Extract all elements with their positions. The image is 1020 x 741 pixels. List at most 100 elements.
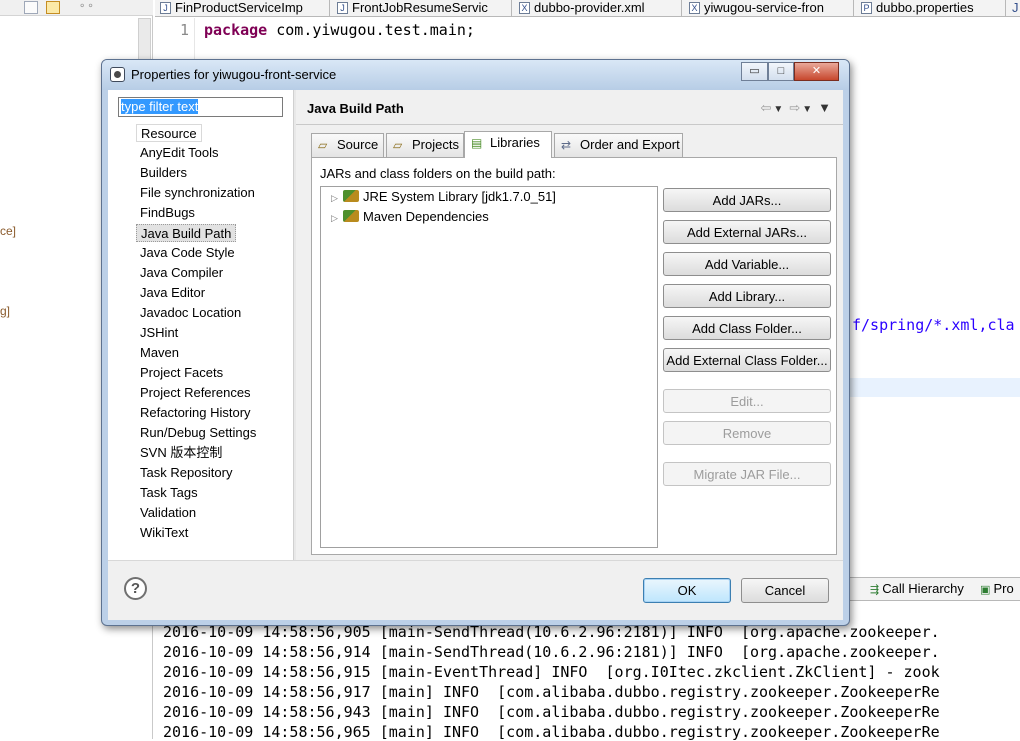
panel-label: JARs and class folders on the build path… (320, 166, 556, 181)
separator (108, 560, 843, 561)
nav-item[interactable]: SVN 版本控制 (136, 444, 226, 462)
expand-icon[interactable]: ▷ (331, 189, 343, 207)
package-explorer-toolbar: ⚬⚬ (0, 0, 153, 16)
projects-icon: ▱ (393, 138, 403, 152)
link-with-editor-icon[interactable] (46, 1, 60, 14)
dialog-titlebar[interactable]: Properties for yiwugou-front-service ▭ □… (102, 60, 849, 90)
java-file-icon: J (160, 2, 171, 14)
separator (296, 124, 843, 125)
nav-item[interactable]: Project References (136, 384, 255, 402)
migrate-jar-button[interactable]: Migrate JAR File... (663, 462, 831, 486)
libraries-panel: JARs and class folders on the build path… (311, 157, 837, 555)
nav-item[interactable]: Maven (136, 344, 183, 362)
filter-input[interactable]: type filter text (118, 97, 283, 117)
code-keyword: package (204, 21, 268, 39)
add-external-class-folder-button[interactable]: Add External Class Folder... (663, 348, 831, 372)
code-fragment: f/spring/*.xml,cla (852, 316, 1015, 334)
ok-button[interactable]: OK (643, 578, 731, 603)
page-title: Java Build Path (307, 101, 404, 116)
chevron-down-icon[interactable]: ▼ (773, 104, 783, 115)
console-line: 2016-10-09 14:58:56,917 [main] INFO [com… (163, 683, 940, 701)
code-line[interactable]: package com.yiwugou.test.main; (204, 21, 475, 39)
tab-projects[interactable]: ▱ Projects (386, 133, 464, 157)
editor-tab[interactable]: Xyiwugou-service-fron (684, 0, 854, 17)
collapse-all-icon[interactable] (24, 1, 38, 14)
tab-libraries[interactable]: ▤ Libraries (464, 131, 552, 158)
code-text: com.yiwugou.test.main; (267, 21, 475, 39)
line-number: 1 (180, 21, 190, 39)
nav-item[interactable]: Java Compiler (136, 264, 227, 282)
xml-file-icon: X (689, 2, 700, 14)
editor-tab[interactable]: Pdubbo.properties (856, 0, 1006, 17)
console-line: 2016-10-09 14:58:56,915 [main-EventThrea… (163, 663, 940, 681)
nav-item[interactable]: Validation (136, 504, 200, 522)
add-variable-button[interactable]: Add Variable... (663, 252, 831, 276)
nav-item[interactable]: Javadoc Location (136, 304, 245, 322)
chevron-down-icon[interactable]: ▼ (802, 104, 812, 115)
add-external-jars-button[interactable]: Add External JARs... (663, 220, 831, 244)
folder-icon: ▱ (318, 138, 328, 152)
edit-button[interactable]: Edit... (663, 389, 831, 413)
minimize-button[interactable]: ▭ (741, 62, 768, 81)
call-hierarchy-icon: ⇶ (870, 584, 883, 596)
tree-item-jre[interactable]: ▷ JRE System Library [jdk1.7.0_51] (331, 188, 556, 206)
add-class-folder-button[interactable]: Add Class Folder... (663, 316, 831, 340)
view-menu-icon[interactable]: ⚬⚬ (78, 1, 95, 14)
explorer-text-fragment: ce] (0, 224, 17, 238)
add-library-button[interactable]: Add Library... (663, 284, 831, 308)
expand-icon[interactable]: ▷ (331, 209, 343, 227)
console-line: 2016-10-09 14:58:56,965 [main] INFO [com… (163, 723, 940, 741)
nav-item[interactable]: AnyEdit Tools (136, 144, 223, 162)
nav-item[interactable]: Project Facets (136, 364, 227, 382)
console-line: 2016-10-09 14:58:56,914 [main-SendThread… (163, 643, 940, 661)
view-menu-icon[interactable]: ▼ (818, 100, 831, 115)
close-button[interactable]: ✕ (794, 62, 839, 81)
nav-item[interactable]: JSHint (136, 324, 182, 342)
remove-button[interactable]: Remove (663, 421, 831, 445)
current-line-highlight (850, 378, 1020, 397)
forward-arrow-icon[interactable]: ⇨ (789, 100, 800, 115)
nav-item[interactable]: Refactoring History (136, 404, 255, 422)
tree-item-maven[interactable]: ▷ Maven Dependencies (331, 208, 489, 226)
dialog-client-area: type filter text Resource AnyEdit Tools Bu… (108, 90, 843, 620)
nav-item[interactable]: Run/Debug Settings (136, 424, 260, 442)
nav-item[interactable]: File synchronization (136, 184, 259, 202)
library-icon (343, 190, 359, 202)
libraries-icon: ▤ (471, 136, 483, 150)
nav-item[interactable]: Task Tags (136, 484, 202, 502)
tab-progress[interactable]: ▣ Pro (980, 581, 1014, 596)
nav-item[interactable]: Java Build Path (136, 224, 237, 242)
nav-item[interactable]: Java Editor (136, 284, 209, 302)
explorer-scrollbar[interactable] (138, 18, 151, 64)
maximize-button[interactable]: □ (768, 62, 794, 81)
nav-item[interactable]: WikiText (136, 524, 192, 542)
eclipse-icon (110, 67, 125, 82)
preference-nav-pane: type filter text Resource AnyEdit Tools Bu… (108, 90, 293, 560)
editor-tab[interactable]: Xdubbo-provider.xml (514, 0, 682, 17)
properties-file-icon: P (861, 2, 872, 14)
help-icon[interactable]: ? (124, 577, 147, 600)
tab-order-and-export[interactable]: ⇄ Order and Export (554, 133, 683, 157)
explorer-text-fragment: g] (0, 304, 11, 318)
nav-item[interactable]: Task Repository (136, 464, 236, 482)
nav-item[interactable]: Resource (136, 124, 202, 142)
java-file-icon: J (337, 2, 348, 14)
nav-item[interactable]: Java Code Style (136, 244, 239, 262)
cancel-button[interactable]: Cancel (741, 578, 829, 603)
editor-tab-bar: J FinProductServiceImp J FrontJobResumeSer… (155, 0, 1020, 17)
page-content: Java Build Path ⇦ ▼ ⇨ ▼ ▼ ▱ Source ▱ Projects … (296, 90, 843, 560)
add-jars-button[interactable]: Add JARs... (663, 188, 831, 212)
tab-source[interactable]: ▱ Source (311, 133, 384, 157)
library-icon (343, 210, 359, 222)
nav-item[interactable]: FindBugs (136, 204, 199, 222)
editor-tab[interactable]: J (1008, 0, 1020, 17)
back-arrow-icon[interactable]: ⇦ (761, 100, 772, 115)
editor-tab[interactable]: J FinProductServiceImp (155, 0, 330, 17)
library-tree[interactable]: ▷ JRE System Library [jdk1.7.0_51] ▷ Maven… (320, 186, 658, 548)
editor-tab[interactable]: J FrontJobResumeServic (332, 0, 512, 17)
tab-call-hierarchy[interactable]: ⇶ Call Hierarchy (870, 581, 964, 596)
properties-dialog: Properties for yiwugou-front-service ▭ □… (101, 59, 850, 626)
history-nav: ⇦ ▼ ⇨ ▼ ▼ (761, 100, 832, 116)
bottom-view-tabs: ⇶ Call Hierarchy ▣ Pro (845, 577, 1020, 601)
nav-item[interactable]: Builders (136, 164, 191, 182)
